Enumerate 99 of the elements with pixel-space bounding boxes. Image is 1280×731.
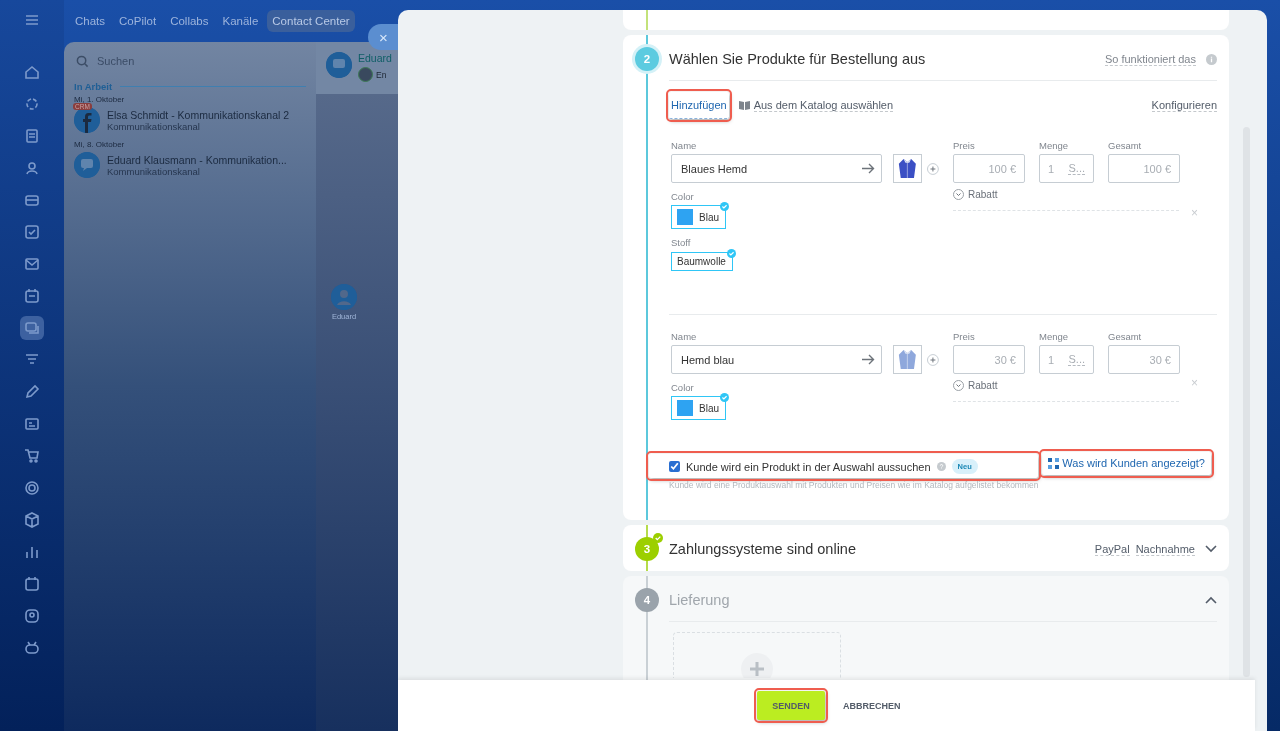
chat-subtitle: Kommunikationskanal [107,120,201,132]
help-link[interactable]: So funktioniert das [1104,52,1196,66]
property-option[interactable]: Baumwolle [671,252,733,271]
user-avatar-icon [331,284,357,310]
envelope-icon[interactable] [23,255,41,273]
group-title: In Arbeit [74,81,113,92]
property-option[interactable]: Blau [671,205,726,229]
field-label: Menge [1039,140,1070,151]
grid-icon [1048,457,1060,469]
quantity-field[interactable]: 1 S... [1039,345,1094,374]
book-icon [738,100,750,110]
payment-method[interactable]: Nachnahme [1135,542,1195,556]
add-link[interactable]: Hinzufügen [669,91,729,119]
price-field[interactable]: 30 € [953,345,1025,374]
field-label: Preis [953,331,976,342]
chat-title: Eduard Klausmann - Kommunikation... [107,153,287,166]
step-title: Lieferung [669,592,731,608]
nav-tab[interactable]: Contact Center [267,10,355,32]
property-label: Stoff [671,237,692,248]
price-field[interactable]: 100 € [953,154,1025,183]
quantity-field[interactable]: 1 S... [1039,154,1094,183]
field-label: Gesamt [1108,140,1143,151]
avatar-icon [358,67,373,82]
step-title: Zahlungssysteme sind online [669,541,857,557]
circle-icon[interactable] [23,95,41,113]
info-icon [1206,53,1217,65]
close-button[interactable]: × [368,24,398,50]
nav-tab[interactable]: Collabs [165,10,214,32]
chevron-down-icon[interactable] [1205,545,1217,553]
nav-tab[interactable]: Chats [70,10,111,32]
date-label: Mi, 1. Oktober [74,95,126,104]
pencil-icon[interactable] [23,383,41,401]
chevron-down-icon [953,189,964,200]
plus-icon[interactable] [927,162,939,175]
option-hint: Kunde wird eine Produktauswahl mit Produkten und Preisen wie im Katalog aufgelistet bekommen [669,480,1039,490]
cube-icon[interactable] [23,511,41,529]
step-title: Wählen Sie Produkte für Bestellung aus [669,51,927,67]
search-icon [76,54,89,68]
cancel-button[interactable]: ABBRECHEN [837,699,907,712]
card-icon[interactable] [23,415,41,433]
target-icon[interactable] [23,479,41,497]
facebook-icon [74,107,100,133]
chat-subtitle: Kommunikationskanal [107,165,201,177]
check-icon [720,393,729,402]
arrow-icon [862,354,876,365]
payment-method[interactable]: PayPal [1094,542,1130,556]
chat-icon[interactable] [20,316,44,340]
name-field[interactable]: Hemd blau [671,345,883,374]
home-icon[interactable] [23,63,41,81]
field-label: Name [671,331,698,342]
nav-tab[interactable]: Kanäle [217,10,264,32]
help-icon [936,462,946,471]
configure-link[interactable]: Konfigurieren [1151,98,1217,112]
option-label: Kunde wird ein Produkt in der Auswahl aussuchen [686,460,931,473]
send-button[interactable]: SENDEN [757,691,825,720]
preview-link[interactable]: Was wird Kunden angezeigt? [1042,452,1211,475]
unit-link[interactable]: S... [1068,353,1085,366]
discount-toggle[interactable]: Rabatt [953,380,1179,391]
discount-toggle[interactable]: Rabatt [953,189,1179,200]
contact-name: Eduard [358,52,392,64]
chat-item[interactable]: Eduard Klausmann - Kommunikation... Kommunikationskanal [74,152,306,178]
chevron-down-icon [953,380,964,391]
property-label: Color [671,191,695,202]
chevron-up-icon[interactable] [1205,596,1217,604]
checkbox-icon[interactable] [23,223,41,241]
people-icon[interactable] [23,159,41,177]
arrow-icon [862,163,876,174]
nav-tab[interactable]: CoPilot [114,10,162,32]
field-label: Menge [1039,331,1070,342]
check-icon [726,249,736,258]
cart-icon[interactable] [23,447,41,465]
plus-icon[interactable] [927,353,939,366]
search-field[interactable]: Suchen [74,52,306,70]
unit-link[interactable]: S... [1068,162,1085,175]
calendar-icon[interactable] [23,575,41,593]
step-number: 4 [635,588,659,612]
field-label: Gesamt [1108,331,1143,342]
field-label: Name [671,140,698,151]
field-label: Preis [953,140,976,151]
total-field[interactable]: 100 € [1108,154,1180,183]
date-label: Mi, 8. Oktober [74,140,126,149]
document-icon[interactable] [23,127,41,145]
contact-status: En [376,69,387,80]
message-icon [74,152,100,178]
chat-title: Elsa Schmidt - Kommunikationskanal 2 [107,108,290,121]
total-field[interactable]: 30 € [1108,345,1180,374]
plus-icon [741,653,773,678]
step-number: 2 [635,47,659,71]
catalog-link[interactable]: Aus dem Katalog auswählen [753,98,894,112]
checkbox[interactable] [669,461,680,472]
color-swatch [677,209,693,225]
color-swatch [677,400,693,416]
calendar-icon[interactable] [23,287,41,305]
robot-icon[interactable] [23,639,41,657]
property-label: Color [671,382,695,393]
name-field[interactable]: Blaues Hemd [671,154,883,183]
check-icon [720,202,729,211]
message-icon [326,52,352,78]
property-option[interactable]: Blau [671,396,726,420]
